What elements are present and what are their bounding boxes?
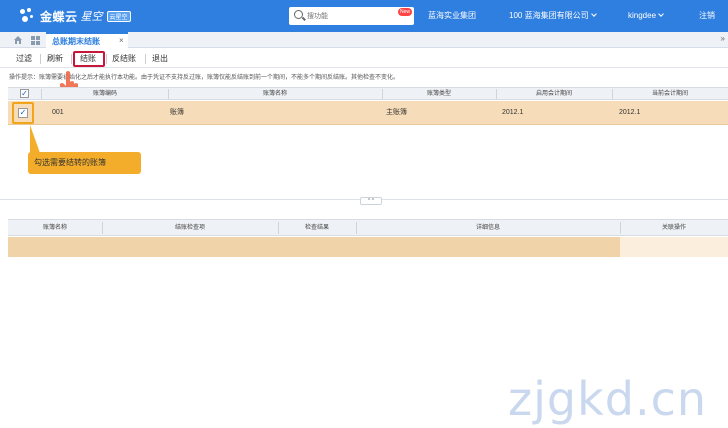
close-icon[interactable]: × (119, 36, 124, 45)
table-row[interactable]: 001 账簿 主账簿 2012.1 2012.1 (8, 101, 728, 125)
col-detail-info: 详细信息 (475, 225, 500, 231)
table-row[interactable] (8, 237, 728, 257)
app-grid-icon[interactable] (31, 36, 40, 45)
toolbar-divider (106, 54, 107, 64)
exit-button[interactable]: 退出 (152, 52, 168, 66)
cell-ledger-name: 账簿 (170, 109, 184, 116)
refresh-button[interactable]: 刷新 (47, 52, 63, 66)
col-check-item: 结账检查项 (174, 225, 205, 231)
tab-overflow-icon[interactable]: » (721, 34, 725, 43)
col-ledger-type: 账簿类型 (426, 91, 451, 97)
col-start-period: 启用会计期间 (535, 91, 572, 97)
cell-ledger-type: 主账簿 (386, 109, 407, 116)
cell-current-period: 2012.1 (619, 109, 641, 116)
user-name: kingdee (628, 11, 657, 20)
company-selector[interactable]: 100 蓝海集团有限公司 (509, 0, 597, 32)
select-all-checkbox[interactable]: ✓ (20, 89, 29, 98)
search-box[interactable]: New (289, 7, 414, 25)
check-grid-header: 账簿名称 结账检查项 检查结果 详细信息 关联操作 (8, 219, 728, 236)
toolbar-divider (40, 54, 41, 64)
watermark: zjgkd.cn (508, 372, 708, 426)
row-checkbox-highlight: ✓ (12, 102, 34, 124)
new-badge: New (397, 8, 412, 16)
reverse-close-button[interactable]: 反结账 (112, 52, 136, 66)
search-icon (294, 10, 303, 19)
logout-link[interactable]: 注销 (699, 0, 715, 32)
col-ledger-name: 账簿名称 (42, 225, 67, 231)
col-ledger-code: 账簿编码 (92, 91, 117, 97)
logo-icon (18, 7, 36, 25)
toolbar: 过滤 刷新 结账 反结账 退出 (0, 50, 728, 68)
toolbar-divider (145, 54, 146, 64)
toolbar-divider (71, 54, 72, 64)
top-bar: 金蝶云 星空 云星空 New 蓝海实业集团 100 蓝海集团有限公司 kingd… (0, 0, 728, 32)
org-label: 蓝海实业集团 (428, 11, 476, 20)
collapse-panel-icon[interactable]: ^ ^ (360, 197, 382, 205)
logo: 金蝶云 星空 云星空 (18, 6, 131, 26)
panel-splitter[interactable]: ^ ^ (0, 197, 728, 205)
related-action-cell (620, 237, 728, 257)
brand-name: 金蝶云 (40, 9, 78, 24)
tab-label: 总账期末结账 (52, 37, 100, 46)
col-ledger-name: 账簿名称 (262, 91, 287, 97)
home-icon[interactable] (13, 35, 23, 45)
ledger-grid-header: ✓ 账簿编码 账簿名称 账簿类型 启用会计期间 当前会计期间 (8, 87, 728, 100)
cell-start-period: 2012.1 (502, 109, 524, 116)
tab-bar: 总账期末结账 × » (0, 32, 728, 48)
brand-sub: 星空 (80, 11, 103, 23)
instruction-callout: 勾选需要结转的账簿 (28, 152, 141, 174)
chevron-down-icon (590, 11, 597, 17)
filter-button[interactable]: 过滤 (16, 52, 32, 66)
tab-period-close[interactable]: 总账期末结账 × (46, 32, 128, 48)
row-checkbox[interactable]: ✓ (18, 108, 28, 118)
col-check-result: 检查结果 (304, 225, 329, 231)
edition-badge: 云星空 (106, 10, 131, 22)
user-menu[interactable]: kingdee (628, 0, 664, 32)
cell-ledger-code: 001 (52, 109, 64, 116)
callout-pointer (30, 125, 40, 153)
col-related-action: 关联操作 (661, 225, 686, 231)
col-current-period: 当前会计期间 (651, 91, 688, 97)
chevron-down-icon (658, 11, 664, 17)
company-label: 100 蓝海集团有限公司 (509, 11, 589, 20)
search-input[interactable] (307, 9, 387, 23)
close-button-highlight (73, 51, 105, 67)
org-selector[interactable]: 蓝海实业集团 (428, 0, 476, 32)
